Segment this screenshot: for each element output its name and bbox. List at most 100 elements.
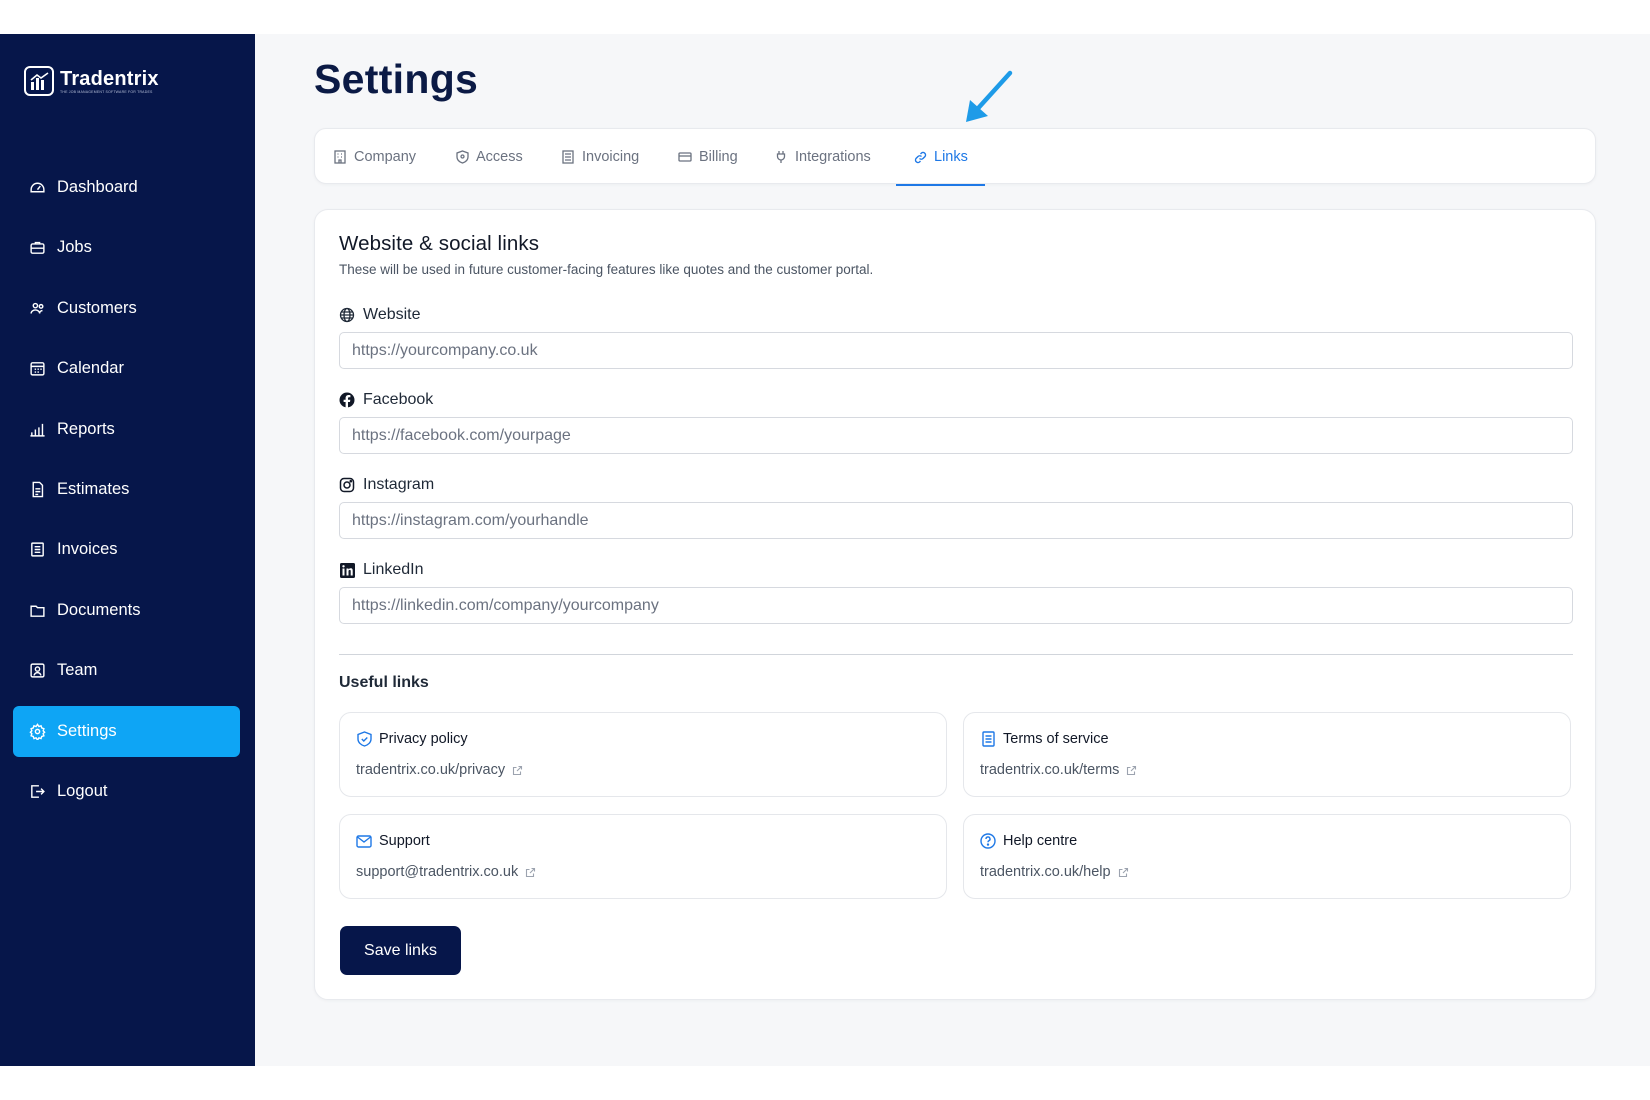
- section-divider: [339, 654, 1573, 655]
- privacy-policy-link-card[interactable]: Privacy policy tradentrix.co.uk/privacy: [339, 712, 947, 797]
- sidebar-item-settings[interactable]: Settings: [13, 705, 240, 757]
- links-settings-card: Website & social links These will be use…: [314, 209, 1596, 1000]
- sidebar-item-calendar[interactable]: Calendar: [13, 343, 240, 394]
- support-link-card[interactable]: Support support@tradentrix.co.uk: [339, 814, 947, 899]
- app-frame: Tradentrix THE JOB MANAGEMENT SOFTWARE F…: [0, 34, 1650, 1066]
- logout-icon: [28, 782, 46, 800]
- help-circle-icon: [980, 833, 996, 849]
- linkedin-icon: [339, 562, 355, 578]
- external-link-icon: [525, 867, 536, 878]
- facebook-icon: [339, 392, 355, 408]
- linkedin-label: LinkedIn: [339, 561, 424, 579]
- team-icon: [28, 662, 46, 680]
- gear-icon: [28, 722, 46, 740]
- sidebar-item-team[interactable]: Team: [13, 645, 240, 696]
- building-icon: [333, 150, 347, 164]
- tab-access[interactable]: Access: [455, 129, 523, 185]
- brand-tagline: THE JOB MANAGEMENT SOFTWARE FOR TRADES: [60, 90, 153, 94]
- sidebar-item-invoices[interactable]: Invoices: [13, 524, 240, 575]
- globe-icon: [339, 307, 355, 323]
- sidebar-item-label: Reports: [57, 419, 115, 438]
- tab-label: Links: [934, 149, 968, 165]
- sidebar-item-logout[interactable]: Logout: [13, 766, 240, 817]
- instagram-input[interactable]: [339, 502, 1573, 539]
- instagram-label: Instagram: [339, 476, 434, 494]
- linkedin-input[interactable]: [339, 587, 1573, 624]
- field-label-text: Instagram: [363, 476, 435, 493]
- sidebar-item-label: Customers: [57, 298, 137, 317]
- settings-tabs: Company Access Invoicing Billing Integra…: [314, 128, 1596, 186]
- logo-mark-icon: [24, 66, 54, 96]
- sidebar-item-label: Logout: [57, 781, 108, 800]
- bar-chart-icon: [28, 420, 46, 438]
- link-card-url: support@tradentrix.co.uk: [356, 864, 519, 880]
- tab-invoicing[interactable]: Invoicing: [561, 129, 639, 185]
- link-card-url: tradentrix.co.uk/help: [980, 864, 1111, 880]
- tab-links[interactable]: Links: [896, 129, 985, 186]
- field-label-text: Website: [363, 306, 421, 323]
- plug-icon: [774, 150, 788, 164]
- briefcase-icon: [28, 239, 46, 257]
- sidebar-item-label: Invoices: [57, 540, 118, 559]
- section-subtitle: These will be used in future customer-fa…: [339, 262, 874, 277]
- save-links-button[interactable]: Save links: [340, 926, 461, 975]
- sidebar-item-label: Settings: [57, 721, 117, 740]
- tab-company[interactable]: Company: [333, 129, 416, 185]
- link-card-url: tradentrix.co.uk/privacy: [356, 762, 506, 778]
- facebook-input[interactable]: [339, 417, 1573, 454]
- instagram-icon: [339, 477, 355, 493]
- link-card-url: tradentrix.co.uk/terms: [980, 762, 1120, 778]
- link-card-title: Help centre: [1003, 833, 1078, 849]
- sidebar-item-documents[interactable]: Documents: [13, 585, 240, 636]
- link-card-title: Terms of service: [1003, 731, 1109, 747]
- useful-links-title: Useful links: [339, 674, 429, 691]
- tab-integrations[interactable]: Integrations: [774, 129, 871, 185]
- terms-of-service-link-card[interactable]: Terms of service tradentrix.co.uk/terms: [963, 712, 1571, 797]
- sidebar-item-dashboard[interactable]: Dashboard: [13, 162, 240, 213]
- field-label-text: Facebook: [363, 391, 434, 408]
- field-label-text: LinkedIn: [363, 561, 424, 578]
- section-title: Website & social links: [339, 232, 540, 255]
- tab-billing[interactable]: Billing: [678, 129, 738, 185]
- sidebar-item-label: Estimates: [57, 479, 130, 498]
- folder-icon: [28, 601, 46, 619]
- tab-label: Invoicing: [582, 149, 640, 165]
- sidebar-item-reports[interactable]: Reports: [13, 404, 240, 455]
- link-card-title: Privacy policy: [379, 731, 468, 747]
- external-link-icon: [1118, 867, 1129, 878]
- calendar-icon: [28, 360, 46, 378]
- tab-label: Integrations: [795, 149, 871, 165]
- invoice-icon: [28, 541, 46, 559]
- sidebar-item-label: Calendar: [57, 359, 124, 378]
- shield-check-icon: [356, 731, 372, 747]
- external-link-icon: [1126, 765, 1137, 776]
- link-card-title: Support: [379, 833, 430, 849]
- pointer-arrow-icon: [966, 70, 1013, 122]
- document-icon: [980, 731, 996, 747]
- sidebar-item-jobs[interactable]: Jobs: [13, 222, 240, 273]
- users-icon: [28, 299, 46, 317]
- dashboard-icon: [28, 179, 46, 197]
- receipt-icon: [561, 150, 575, 164]
- website-label: Website: [339, 306, 421, 324]
- tab-label: Billing: [699, 149, 738, 165]
- credit-card-icon: [678, 150, 692, 164]
- page-title: Settings: [314, 56, 479, 102]
- tab-label: Company: [354, 149, 417, 165]
- shield-icon: [455, 150, 469, 164]
- document-icon: [28, 480, 46, 498]
- sidebar-item-label: Dashboard: [57, 178, 138, 196]
- brand-logo[interactable]: Tradentrix THE JOB MANAGEMENT SOFTWARE F…: [24, 66, 159, 96]
- tab-label: Access: [476, 149, 523, 165]
- website-input[interactable]: [339, 332, 1573, 369]
- sidebar-item-customers[interactable]: Customers: [13, 283, 240, 334]
- link-icon: [913, 150, 927, 164]
- external-link-icon: [512, 765, 523, 776]
- sidebar: Tradentrix THE JOB MANAGEMENT SOFTWARE F…: [0, 34, 255, 1066]
- sidebar-item-label: Team: [57, 661, 98, 680]
- help-centre-link-card[interactable]: Help centre tradentrix.co.uk/help: [963, 814, 1571, 899]
- sidebar-item-label: Documents: [57, 600, 141, 619]
- sidebar-item-estimates[interactable]: Estimates: [13, 464, 240, 515]
- facebook-label: Facebook: [339, 391, 433, 409]
- sidebar-nav: Dashboard Jobs Customers Calendar Report…: [13, 162, 240, 826]
